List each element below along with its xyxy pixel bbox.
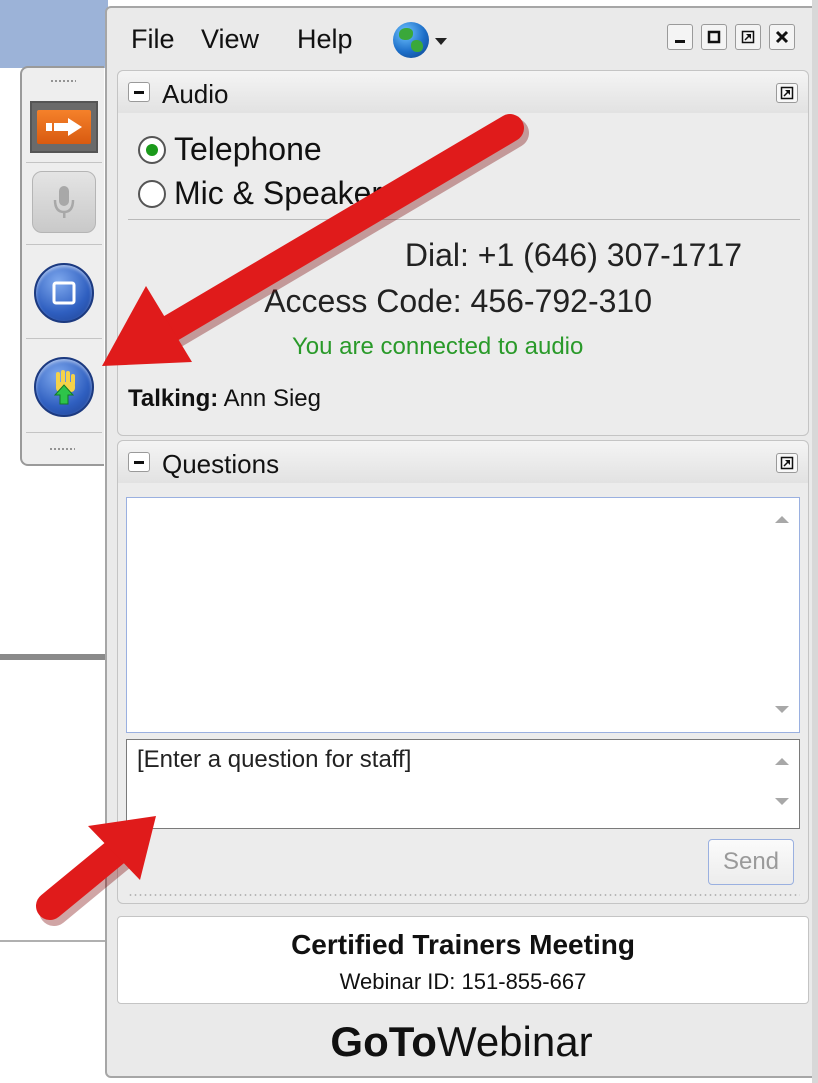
logo-bold-text: GoTo: [330, 1018, 437, 1065]
access-code: Access Code: 456-792-310: [264, 283, 652, 319]
question-input-placeholder: [Enter a question for staff]: [137, 746, 412, 773]
questions-panel: Questions [Enter a question for staff] S…: [117, 440, 809, 904]
show-screen-button[interactable]: [28, 258, 100, 328]
scroll-up-icon[interactable]: [775, 758, 789, 765]
popout-audio-button[interactable]: [776, 83, 798, 103]
popout-window-button[interactable]: [735, 24, 761, 50]
scroll-down-icon[interactable]: [775, 706, 789, 713]
maximize-button[interactable]: [701, 24, 727, 50]
microphone-button[interactable]: [28, 170, 100, 234]
globe-icon[interactable]: [393, 22, 429, 58]
popout-icon: [780, 456, 794, 470]
menu-bar: File View Help: [107, 8, 816, 66]
background-divider: [0, 940, 108, 942]
webinar-control-panel: File View Help Audio Telephone Mic & Spe…: [105, 6, 818, 1078]
background-divider: [0, 654, 108, 660]
tab-separator: [26, 162, 102, 163]
popout-questions-button[interactable]: [776, 453, 798, 473]
popout-icon: [741, 30, 755, 44]
webinar-info: Certified Trainers Meeting Webinar ID: 1…: [117, 916, 809, 1004]
raise-hand-button[interactable]: [28, 352, 100, 422]
radio-mic-speakers-label: Mic & Speakers: [174, 175, 399, 211]
tab-separator: [26, 338, 102, 339]
webinar-id: Webinar ID: 151-855-667: [339, 969, 587, 994]
screen-icon: [52, 281, 76, 305]
send-button[interactable]: Send: [708, 839, 794, 885]
radio-selected-icon[interactable]: [138, 135, 166, 164]
menu-file[interactable]: File: [131, 24, 175, 55]
arrow-right-icon: [46, 118, 82, 136]
popout-icon: [780, 86, 794, 100]
toggle-panel-button[interactable]: [28, 98, 100, 156]
radio-unselected-icon[interactable]: [138, 179, 166, 208]
collapse-questions-button[interactable]: [128, 452, 150, 472]
radio-telephone-label: Telephone: [174, 131, 322, 167]
radio-mic-speakers[interactable]: Mic & Speakers: [138, 175, 398, 212]
grip-handle-bottom[interactable]: [22, 436, 102, 462]
scroll-up-icon[interactable]: [775, 516, 789, 523]
audio-status: You are connected to audio: [292, 333, 584, 360]
logo-light-text: Webinar: [436, 1018, 593, 1065]
radio-telephone[interactable]: Telephone: [138, 131, 322, 168]
background-window-edge: [812, 0, 818, 1083]
questions-title: Questions: [162, 449, 280, 479]
question-input[interactable]: [Enter a question for staff]: [126, 739, 800, 829]
audio-title: Audio: [162, 79, 229, 109]
tab-separator: [26, 244, 102, 245]
close-button[interactable]: [769, 24, 795, 50]
control-grab-tab: [20, 66, 104, 466]
minimize-button[interactable]: [667, 24, 693, 50]
close-icon: [775, 30, 789, 44]
collapse-audio-button[interactable]: [128, 82, 150, 102]
gotowebinar-logo: GoToWebinar: [107, 1018, 816, 1066]
questions-log[interactable]: [126, 497, 800, 733]
talking-indicator: Talking: Ann Sieg: [128, 385, 321, 413]
grip-handle-top[interactable]: [22, 68, 104, 94]
talking-name: Ann Sieg: [223, 385, 321, 412]
microphone-icon: [53, 186, 75, 218]
menu-view[interactable]: View: [201, 24, 259, 55]
webinar-title: Certified Trainers Meeting: [291, 929, 635, 960]
questions-panel-header: Questions: [118, 441, 808, 483]
background-window-strip: [0, 0, 108, 68]
dial-number: Dial: +1 (646) 307-1717: [404, 237, 742, 273]
resize-grip[interactable]: [128, 893, 800, 897]
tab-separator: [26, 432, 102, 433]
audio-panel-header: Audio: [118, 71, 808, 113]
divider: [128, 219, 800, 220]
menu-help[interactable]: Help: [297, 24, 353, 55]
minimize-icon: [675, 40, 685, 43]
maximize-icon: [707, 30, 721, 44]
scroll-down-icon[interactable]: [775, 798, 789, 805]
audio-panel: Audio Telephone Mic & Speakers Dial: +1 …: [117, 70, 809, 436]
talking-label: Talking:: [128, 385, 219, 412]
chevron-down-icon[interactable]: [435, 38, 447, 45]
raise-hand-icon: [53, 370, 75, 405]
